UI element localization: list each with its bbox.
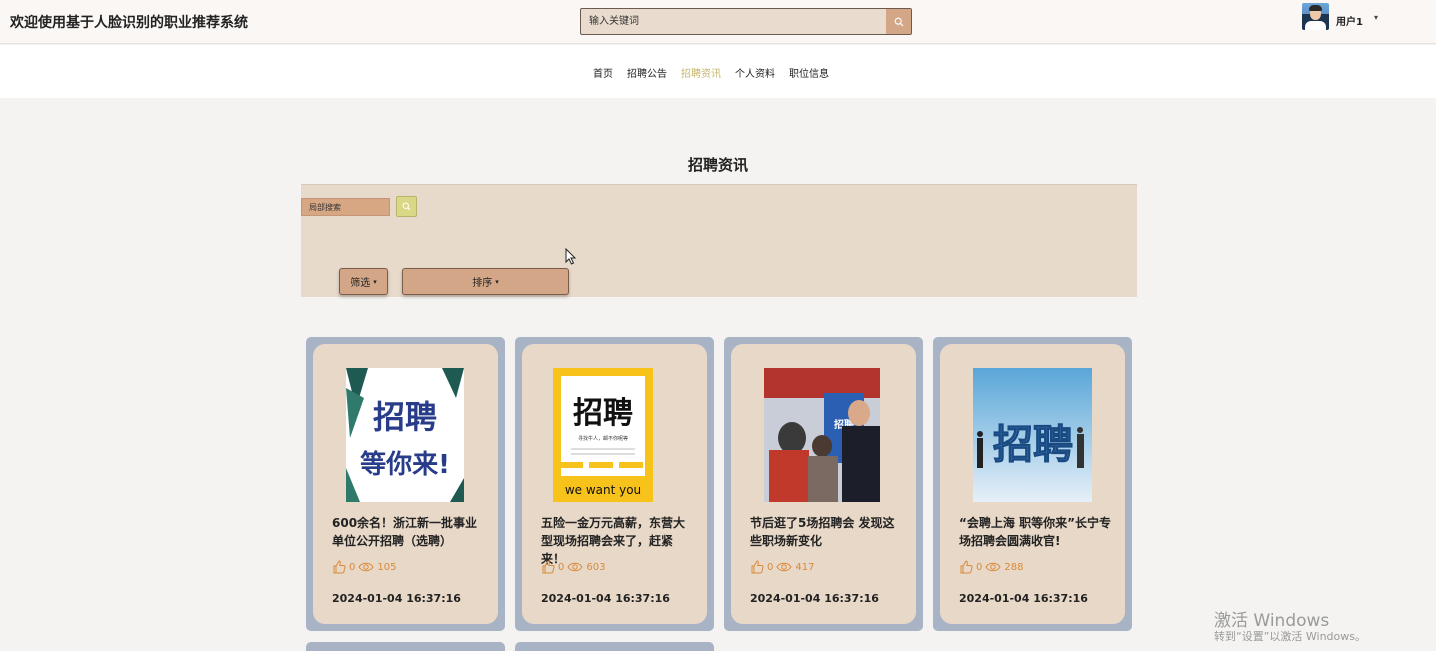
svg-text:寻找牛人，邮不你呢等: 寻找牛人，邮不你呢等 (578, 435, 628, 442)
view-count: 288 (1004, 561, 1024, 573)
mouse-cursor-icon (565, 248, 577, 265)
card-date: 2024-01-04 16:37:16 (750, 592, 879, 605)
main-nav: 首页 招聘公告 招聘资讯 个人资料 职位信息 (0, 45, 1436, 98)
like-count: 0 (558, 561, 565, 573)
card-image[interactable]: 招聘 (973, 368, 1092, 502)
nav-item-announcements[interactable]: 招聘公告 (627, 65, 667, 80)
card-title[interactable]: 节后逛了5场招聘会 发现这些职场新变化 (750, 514, 902, 552)
eye-icon (567, 562, 583, 572)
local-search-input[interactable] (301, 198, 390, 216)
page-title: 招聘资讯 (687, 156, 748, 174)
global-search-input[interactable] (581, 9, 887, 34)
svg-text:等你来!: 等你来! (360, 449, 450, 480)
filter-label: 筛选 (350, 278, 371, 289)
top-bar: 欢迎使用基于人脸识别的职业推荐系统 用户1 ▾ (0, 0, 1436, 44)
card-image[interactable]: 招聘 (764, 368, 880, 502)
eye-icon (985, 562, 1001, 572)
recruit-poster-image: 招聘 寻找牛人，邮不你呢等 we want you (553, 368, 653, 502)
filter-panel: 筛选▾ 排序▾ (301, 184, 1137, 297)
eye-icon (776, 562, 792, 572)
recruit-3d-text-image: 招聘 (973, 368, 1092, 502)
card-stats: 0 603 (541, 560, 605, 574)
card-date: 2024-01-04 16:37:16 (959, 592, 1088, 605)
view-count: 603 (586, 561, 606, 573)
recruit-poster-image: 招聘 等你来! (346, 368, 464, 502)
view-count: 417 (795, 561, 815, 573)
thumbs-up-icon[interactable] (541, 560, 555, 574)
card-stats: 0 105 (332, 560, 396, 574)
card-image[interactable]: 招聘 寻找牛人，邮不你呢等 we want you (553, 368, 653, 502)
card-title[interactable]: 五险一金万元高薪，东营大型现场招聘会来了，赶紧来！ (541, 514, 693, 566)
svg-text:招聘: 招聘 (573, 396, 633, 431)
card-stats: 0 288 (959, 560, 1023, 574)
caret-down-icon: ▾ (495, 277, 499, 286)
global-search-box (580, 8, 912, 35)
like-count: 0 (976, 561, 983, 573)
thumbs-up-icon[interactable] (959, 560, 973, 574)
caret-down-icon: ▾ (373, 277, 377, 286)
news-card-partial[interactable] (515, 642, 714, 651)
nav-item-news[interactable]: 招聘资讯 (681, 65, 721, 80)
svg-text:we want you: we want you (565, 483, 641, 497)
card-image[interactable]: 招聘 等你来! (346, 368, 464, 502)
news-card[interactable]: 招聘 寻找牛人，邮不你呢等 we want you 五险一金万元高薪，东营大型现… (515, 337, 714, 631)
global-search-button[interactable] (886, 9, 911, 34)
user-name[interactable]: 用户1 (1336, 13, 1363, 28)
like-count: 0 (767, 561, 774, 573)
windows-activation-hint: 转到“设置”以激活 Windows。 (1214, 630, 1366, 643)
job-fair-photo: 招聘 (764, 368, 880, 502)
filter-dropdown-button[interactable]: 筛选 ▾ (339, 268, 388, 295)
card-title[interactable]: 600余名！浙江新一批事业单位公开招聘（选聘） (332, 514, 484, 552)
nav-item-profile[interactable]: 个人资料 (735, 65, 775, 80)
like-count: 0 (349, 561, 356, 573)
svg-text:招聘: 招聘 (993, 422, 1073, 468)
sort-dropdown-button[interactable]: 排序 ▾ (402, 268, 569, 295)
news-card[interactable]: 招聘 “会聘上海 职等你来”长宁专场招聘会圆满收官! 0 288 2024-01… (933, 337, 1132, 631)
search-icon (894, 17, 903, 26)
local-search-button[interactable] (396, 196, 417, 217)
site-title: 欢迎使用基于人脸识别的职业推荐系统 (10, 15, 248, 31)
thumbs-up-icon[interactable] (332, 560, 346, 574)
chevron-down-icon[interactable]: ▾ (1374, 13, 1378, 22)
news-card[interactable]: 招聘 节后逛了5场招聘会 发现这些职场新变化 0 417 2024-01-04 … (724, 337, 923, 631)
card-title[interactable]: “会聘上海 职等你来”长宁专场招聘会圆满收官! (959, 514, 1111, 552)
svg-text:招聘: 招聘 (373, 398, 437, 436)
sort-label: 排序 (472, 278, 493, 289)
news-card-partial[interactable] (306, 642, 505, 651)
news-card[interactable]: 招聘 等你来! 600余名！浙江新一批事业单位公开招聘（选聘） 0 105 20… (306, 337, 505, 631)
view-count: 105 (377, 561, 397, 573)
nav-item-home[interactable]: 首页 (593, 65, 613, 80)
eye-icon (358, 562, 374, 572)
search-icon (402, 202, 411, 211)
card-stats: 0 417 (750, 560, 814, 574)
user-avatar[interactable] (1302, 3, 1329, 30)
card-date: 2024-01-04 16:37:16 (541, 592, 670, 605)
card-date: 2024-01-04 16:37:16 (332, 592, 461, 605)
nav-item-jobs[interactable]: 职位信息 (789, 65, 829, 80)
thumbs-up-icon[interactable] (750, 560, 764, 574)
